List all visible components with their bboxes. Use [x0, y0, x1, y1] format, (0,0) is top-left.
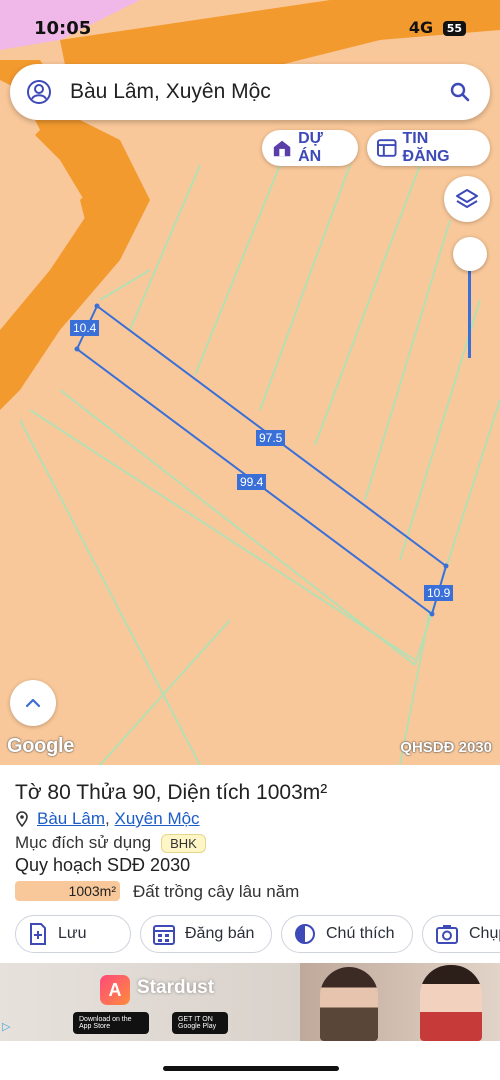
home-bar-area	[0, 1041, 500, 1080]
capture-button[interactable]: Chụp	[422, 915, 500, 953]
projects-label: DỰ ÁN	[298, 130, 323, 165]
parcel-title: Tờ 80 Thửa 90, Diện tích 1003m²	[15, 781, 328, 804]
search-bar[interactable]: Bàu Lâm, Xuyên Mộc	[10, 64, 490, 120]
chevron-up-icon	[25, 698, 41, 708]
listings-button[interactable]: TIN ĐĂNG	[367, 130, 490, 166]
app-store-label: Download on the App Store	[79, 1016, 132, 1030]
layers-icon	[456, 189, 478, 208]
account-icon[interactable]	[26, 79, 52, 110]
ad-person-image	[320, 967, 378, 1041]
google-play-badge[interactable]: GET IT ON Google Play	[172, 1012, 228, 1034]
camera-icon	[436, 925, 458, 944]
save-label: Lưu	[58, 925, 87, 942]
dimension-label-top: 97.5	[256, 430, 286, 446]
opacity-slider-handle[interactable]	[453, 237, 487, 271]
post-sale-label: Đăng bán	[185, 925, 255, 942]
area-swatch: 1003m²	[15, 881, 120, 901]
contrast-icon	[295, 924, 315, 944]
dimension-label-bottom: 99.4	[237, 474, 267, 490]
network-label: 4G	[408, 18, 434, 37]
ad-background	[0, 963, 300, 1041]
purpose-code-badge: BHK	[161, 833, 206, 853]
save-button[interactable]: Lưu	[15, 915, 131, 953]
status-bar: 10:05 4G 55	[0, 18, 500, 42]
legend-button[interactable]: Chú thích	[281, 915, 413, 953]
calendar-icon	[153, 925, 175, 945]
purpose-label: Mục đích sử dụng	[15, 833, 152, 852]
listings-label: TIN ĐĂNG	[402, 130, 450, 165]
listing-icon	[377, 139, 397, 157]
search-icon[interactable]	[448, 80, 472, 109]
legend-label: Chú thích	[326, 925, 395, 942]
post-sale-button[interactable]: Đăng bán	[140, 915, 272, 953]
action-buttons: Lưu Đăng bán Chú thích Chụ	[15, 915, 500, 953]
google-play-label: GET IT ON Google Play	[178, 1016, 217, 1030]
parcel-location: Bàu Lâm, Xuyên Mộc	[15, 809, 200, 829]
add-file-icon	[30, 923, 46, 945]
land-type-label: Đất trồng cây lâu năm	[133, 882, 300, 901]
stardust-logo-icon: A	[100, 975, 130, 1005]
plan-layer-label: QHSDĐ 2030	[400, 739, 492, 756]
ad-person-image	[420, 965, 482, 1041]
status-time: 10:05	[34, 18, 92, 39]
search-input[interactable]: Bàu Lâm, Xuyên Mộc	[70, 80, 271, 104]
battery-icon: 55	[442, 21, 466, 36]
google-logo: Google	[7, 735, 75, 757]
house-icon	[273, 140, 291, 157]
location-pin-icon	[16, 811, 28, 827]
commune-link[interactable]: Bàu Lâm	[37, 809, 105, 829]
land-purpose: Mục đích sử dụng BHK	[15, 833, 206, 853]
dimension-label-left: 10.4	[70, 320, 100, 336]
ad-choices-icon[interactable]: ▷	[2, 1020, 10, 1033]
ad-brand: Stardust	[137, 977, 215, 998]
dimension-label-right: 10.9	[424, 585, 454, 601]
location-separator: ,	[105, 809, 110, 828]
status-right: 4G 55	[409, 18, 466, 37]
ad-banner[interactable]: A Stardust Download on the App Store GET…	[0, 963, 500, 1041]
district-link[interactable]: Xuyên Mộc	[115, 809, 200, 829]
home-indicator[interactable]	[163, 1066, 339, 1071]
expand-up-button[interactable]	[10, 680, 56, 726]
app-store-badge[interactable]: Download on the App Store	[73, 1012, 149, 1034]
plan-title: Quy hoạch SDĐ 2030	[15, 855, 191, 875]
parcel-info-sheet: Tờ 80 Thửa 90, Diện tích 1003m² Bàu Lâm,…	[0, 765, 500, 963]
layers-button[interactable]	[444, 176, 490, 222]
capture-label: Chụp	[469, 925, 500, 942]
projects-button[interactable]: DỰ ÁN	[262, 130, 358, 166]
